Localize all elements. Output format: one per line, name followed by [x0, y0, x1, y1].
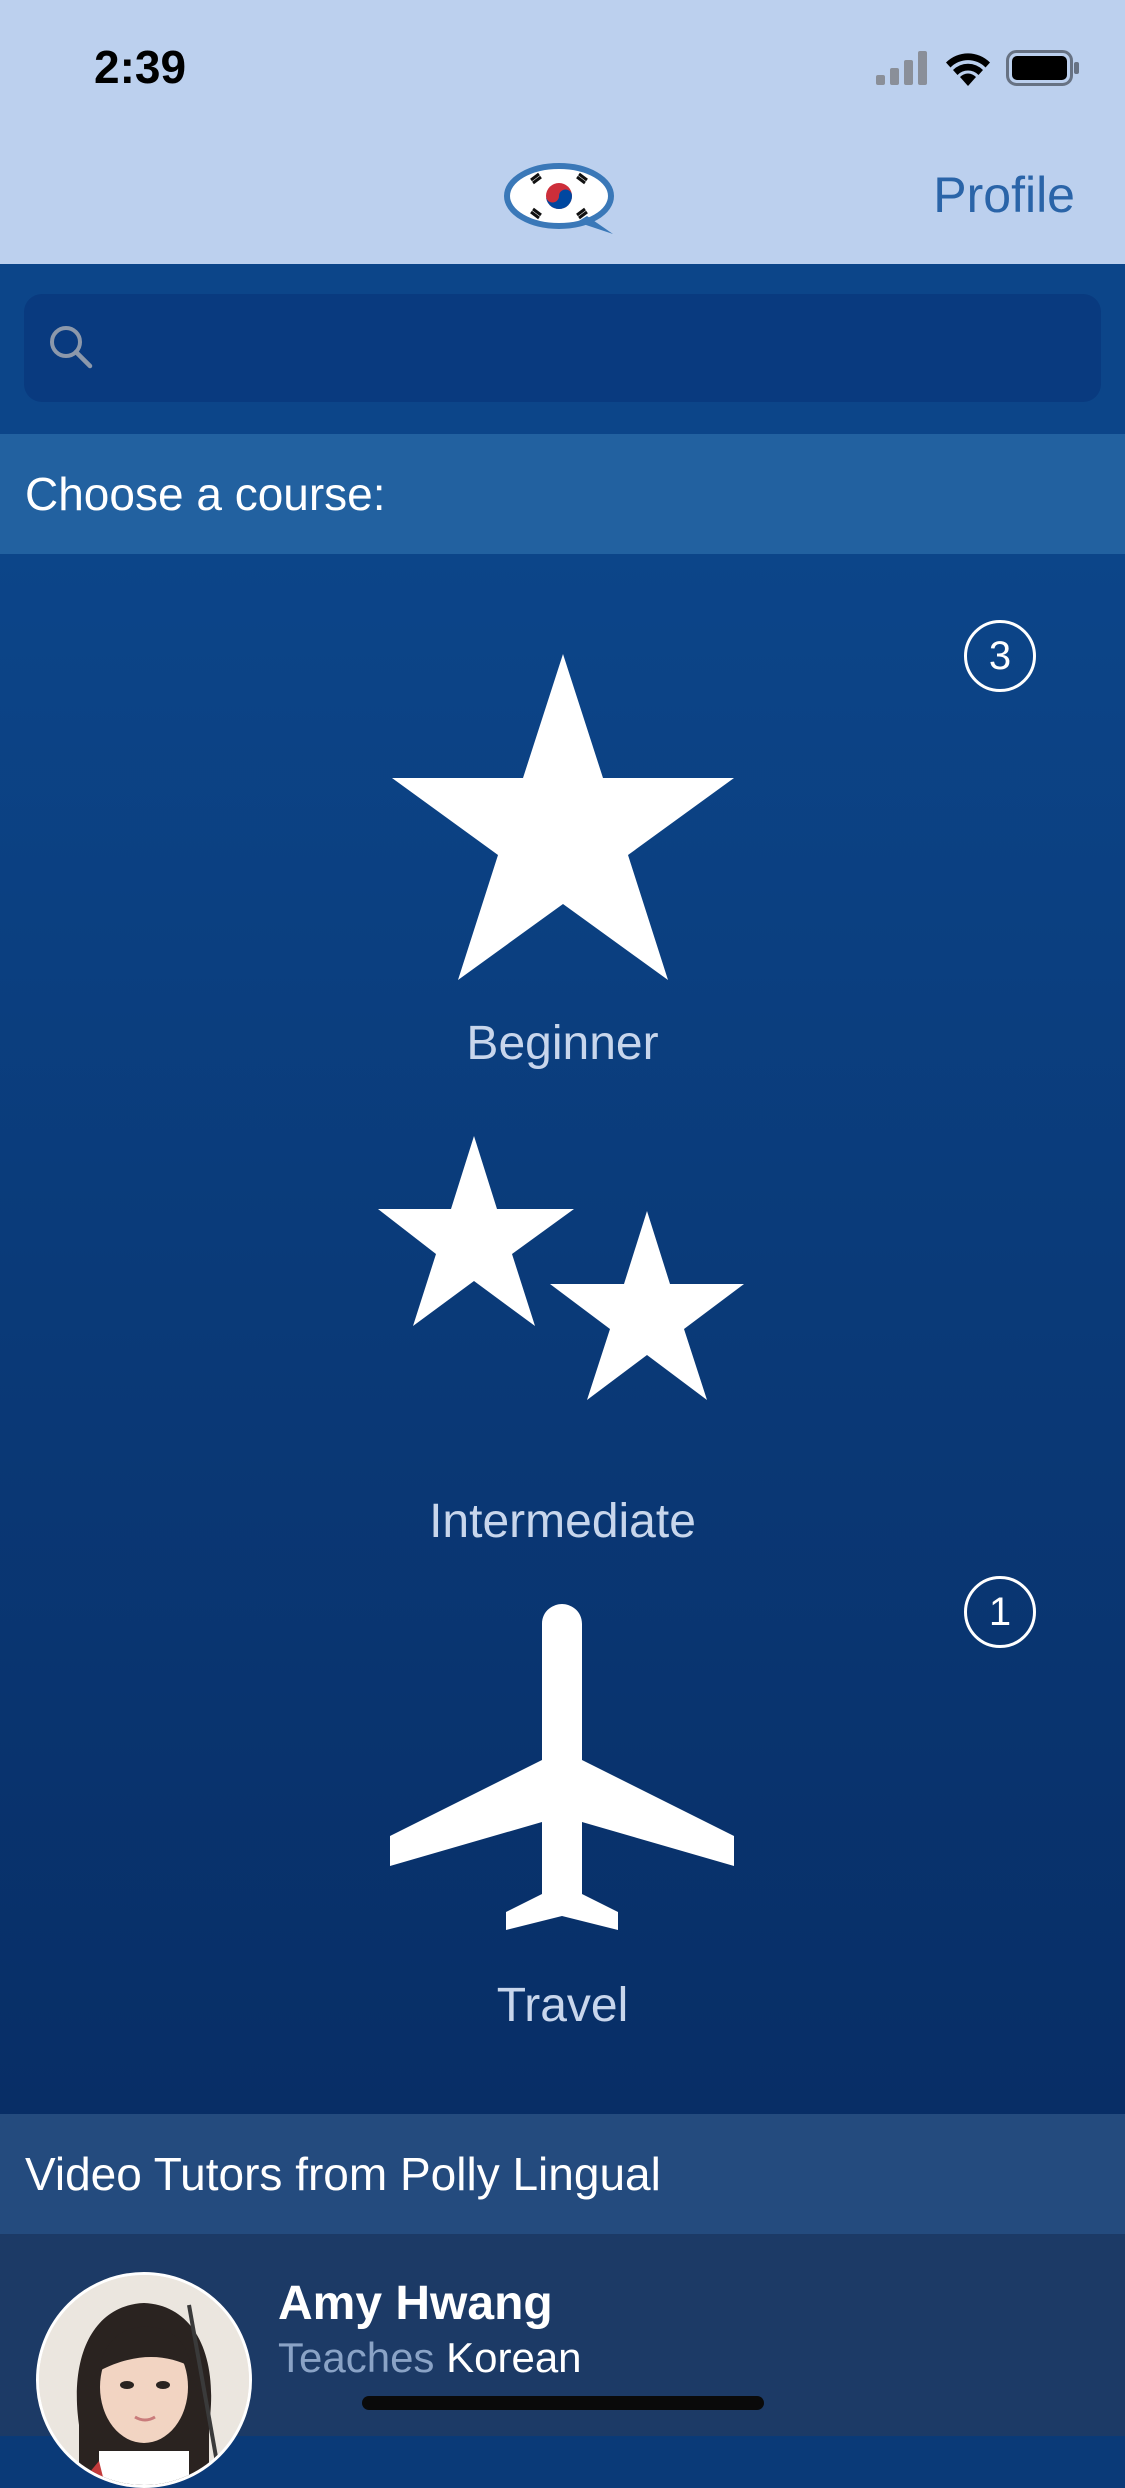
- avatar: [36, 2272, 252, 2488]
- course-label-intermediate: Intermediate: [429, 1495, 696, 1548]
- tutor-language: Korean: [446, 2334, 582, 2381]
- profile-link[interactable]: Profile: [933, 166, 1075, 224]
- course-badge: 1: [964, 1576, 1036, 1648]
- airplane-icon: [390, 1604, 734, 1930]
- star-icon: [392, 654, 734, 980]
- status-bar: 2:39: [0, 0, 1125, 132]
- tutors-section-header: Video Tutors from Polly Lingual: [0, 2114, 1125, 2234]
- status-icons: [876, 48, 1080, 88]
- wifi-icon: [946, 53, 990, 86]
- battery-icon: [1006, 50, 1079, 86]
- search-input[interactable]: [116, 294, 1080, 404]
- course-item-beginner[interactable]: 3 Beginner: [0, 554, 1125, 1074]
- two-stars-icon: [378, 1136, 744, 1400]
- course-item-intermediate[interactable]: Intermediate: [0, 1094, 1125, 1554]
- course-label-travel: Travel: [496, 1979, 629, 2032]
- course-label-beginner: Beginner: [466, 1017, 659, 1070]
- tutor-teaches-prefix: Teaches: [278, 2334, 435, 2381]
- search-bar: [0, 264, 1125, 434]
- course-item-travel[interactable]: 1 Travel: [0, 1564, 1125, 2064]
- home-indicator[interactable]: [362, 2396, 764, 2410]
- search-field[interactable]: [24, 294, 1101, 404]
- tutor-teaches: Teaches Korean: [278, 2334, 582, 2382]
- status-time: 2:39: [94, 41, 187, 93]
- korean-flag-logo-icon: [504, 163, 614, 234]
- search-icon: [50, 326, 93, 369]
- courses-section-header: Choose a course:: [0, 434, 1125, 554]
- tutor-portrait-icon: [39, 2275, 249, 2485]
- tutor-name: Amy Hwang: [278, 2277, 553, 2330]
- course-list: 3 Beginner Intermediate 1 Travel: [0, 554, 1125, 2114]
- course-badge: 3: [964, 620, 1036, 692]
- nav-bar: Profile: [0, 132, 1125, 264]
- cellular-signal-icon: [876, 51, 927, 85]
